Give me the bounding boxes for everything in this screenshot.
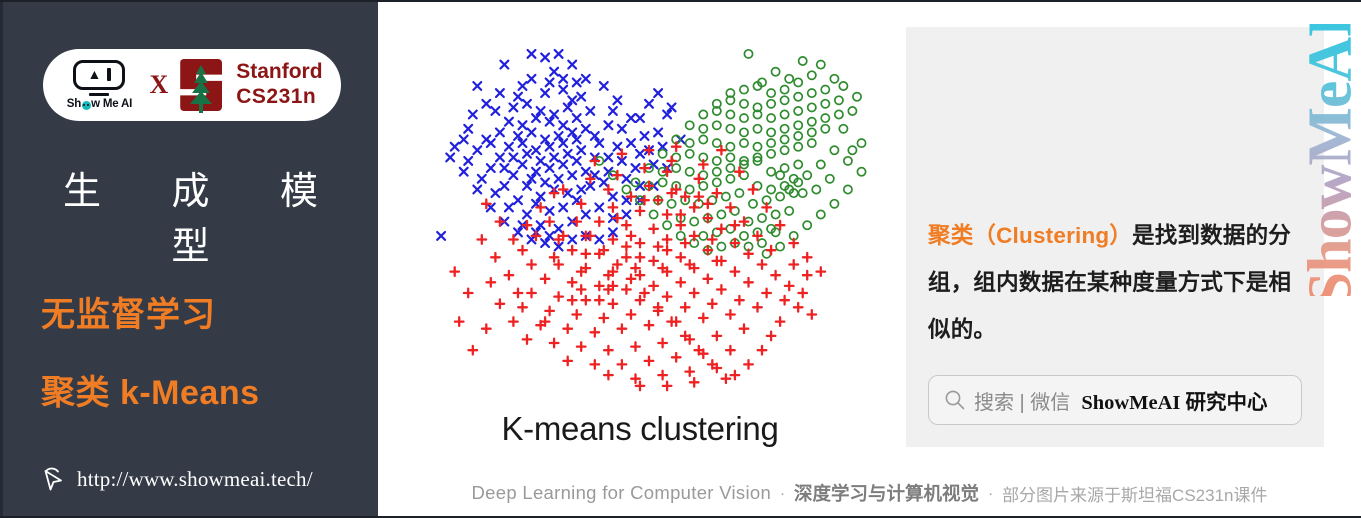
bar-icon [107, 68, 112, 82]
site-link-row[interactable]: http://www.showmeai.tech/ [37, 464, 313, 494]
cursor-pointer-icon [44, 467, 62, 491]
explanation-text: 聚类（Clustering）是找到数据的分组，组内数据在某种度量方式下是相似的。 [928, 212, 1304, 353]
slide-root: ▲ Sh w Me AI X Stanford CS231n 生 成 模 型 无… [0, 0, 1361, 518]
cluster-series [594, 48, 867, 259]
stanford-course-label: Stanford CS231n [236, 60, 322, 110]
footer-dot-1: · [780, 484, 786, 502]
robot-face-icon: ▲ [73, 59, 126, 90]
stanford-name: Stanford [236, 60, 323, 84]
scatter-svg [436, 48, 867, 392]
sidebar: ▲ Sh w Me AI X Stanford CS231n 生 成 模 型 无… [0, 2, 378, 516]
footer-chinese-title: 深度学习与计算机视觉 [794, 483, 980, 504]
kmeans-figure: K-means clustering [400, 22, 880, 462]
search-magnifier-icon [945, 390, 965, 410]
footer-dot-2: · [988, 484, 994, 502]
caret-up-icon: ▲ [87, 65, 102, 82]
footer-english: Deep Learning for Computer Vision [471, 482, 772, 503]
footer-source-note: 部分图片来源于斯坦福CS231n课件 [1002, 485, 1268, 505]
showmeai-wordmark: Sh w Me AI [66, 98, 133, 111]
explanation-card: 聚类（Clustering）是找到数据的分组，组内数据在某种度量方式下是相似的。… [906, 27, 1324, 447]
scatter-plot [400, 22, 880, 407]
search-brand-label: ShowMeAI 研究中心 [1081, 392, 1268, 414]
course-code: CS231n [236, 85, 317, 108]
explanation-highlight: 聚类（Clustering） [928, 222, 1133, 248]
series-title: 生 成 模 型 [62, 171, 349, 268]
topic-heading-primary: 无监督学习 [41, 296, 216, 334]
stanford-tree-icon [180, 59, 223, 113]
wechat-search-bar[interactable]: 搜索 | 微信 ShowMeAI 研究中心 [928, 375, 1302, 425]
search-placeholder: 搜索 | 微信 [974, 391, 1071, 414]
main-content: K-means clustering 聚类（Clustering）是找到数据的分… [378, 2, 1361, 516]
showmeai-logo: ▲ Sh w Me AI [61, 59, 137, 111]
logo-stand [89, 92, 110, 97]
topic-heading-secondary: 聚类 k-Means [41, 374, 260, 412]
footer-bar: Deep Learning for Computer Vision · 深度学习… [378, 470, 1361, 516]
figure-caption: K-means clustering [501, 410, 779, 447]
site-url-text: http://www.showmeai.tech/ [77, 466, 313, 491]
badge-separator: X [149, 70, 169, 99]
brand-partner-badge: ▲ Sh w Me AI X Stanford CS231n [43, 49, 341, 121]
smiley-o-icon [81, 100, 91, 110]
